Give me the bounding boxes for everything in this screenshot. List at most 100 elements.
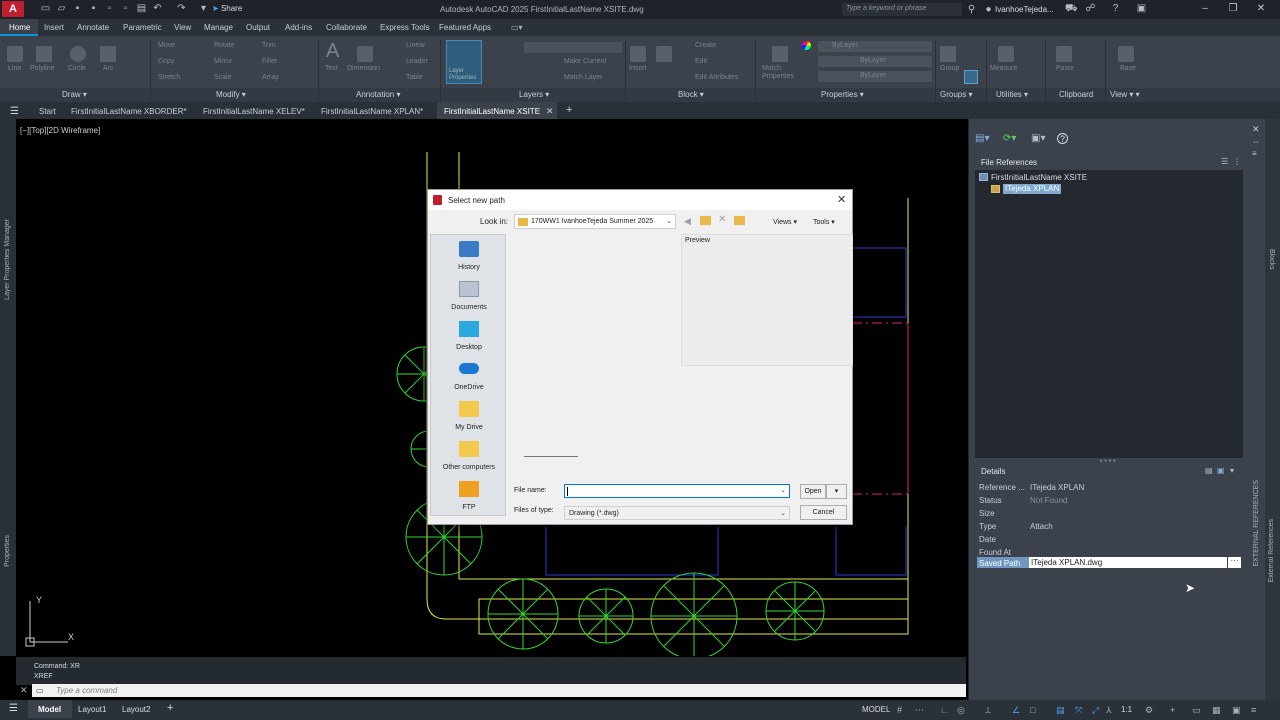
palette-properties-icon[interactable]: ≡ [1252,149,1257,158]
document-tab-xborder[interactable]: FirstInitialLastName XBORDER* [71,107,187,116]
place-onedrive[interactable]: OneDrive [431,359,507,395]
group-select-icon[interactable] [964,70,978,84]
color-wheel-icon[interactable] [802,41,811,50]
place-ftp[interactable]: FTP [431,479,507,515]
open-file-icon[interactable]: ▱ [56,3,67,14]
tab-collaborate[interactable]: Collaborate [326,23,367,32]
layout2-tab[interactable]: Layout2 [122,705,150,714]
edit-attributes-tool[interactable]: Edit Attributes [695,74,738,81]
tab-manage[interactable]: Manage [204,23,233,32]
minimize-icon[interactable]: – [1196,3,1214,15]
redo-icon[interactable]: ↷ [176,3,187,14]
ribbon-minimize-icon[interactable]: ▭▾ [511,23,523,32]
detect-icon[interactable] [656,46,672,62]
model-space-button[interactable]: MODEL [862,705,890,714]
quick-properties-icon[interactable]: ▦ [1212,705,1221,716]
panel-layers[interactable]: Layers ▾ [519,90,549,99]
annotation-visibility-icon[interactable]: ⅄ [1106,705,1112,716]
place-documents[interactable]: Documents [431,279,507,315]
annotation-monitor-icon[interactable]: + [1170,705,1175,715]
make-current-tool[interactable]: Make Current [564,58,606,65]
panel-groups[interactable]: Groups ▾ [940,90,972,99]
edit-block-tool[interactable]: Edit [695,58,707,65]
tree-item-host-drawing[interactable]: FirstInitialLastName XSITE [991,173,1087,182]
tree-item-xref[interactable]: ITejeda XPLAN [1003,184,1062,194]
new-tab-plus-icon[interactable]: + [566,104,572,116]
linetype-dropdown[interactable]: ByLayer [818,71,932,82]
line-icon[interactable] [7,46,23,62]
new-file-icon[interactable]: ▭ [40,3,51,14]
new-layout-plus-icon[interactable]: + [167,702,173,714]
layout-menu-icon[interactable]: ☰ [9,703,18,714]
external-references-side-tab[interactable]: External References [1268,519,1275,582]
scale-tool[interactable]: Scale [214,74,232,81]
close-icon[interactable]: ✕ [1252,3,1270,15]
save-as-icon[interactable]: ▪ [88,3,99,14]
osnap-tracking-icon[interactable]: ∠ [1012,705,1020,716]
tab-parametric[interactable]: Parametric [123,23,162,32]
arc-icon[interactable] [100,46,116,62]
up-folder-icon[interactable] [700,216,711,225]
document-tab-xsite[interactable]: FirstInitialLastName XSITE [444,107,540,116]
ortho-icon[interactable]: ∟ [940,705,949,715]
group-icon[interactable] [940,46,956,62]
open-button[interactable]: Open [800,484,826,499]
undo-icon[interactable]: ↶ [152,3,163,14]
document-tab-xplan[interactable]: FirstInitialLastName XPLAN* [321,107,423,116]
array-tool[interactable]: Array [262,74,279,81]
lineweight-icon[interactable]: ▤ [1056,705,1065,716]
files-of-type-select[interactable]: Drawing (*.dwg) ⌄ [564,506,790,520]
customize-status-icon[interactable]: ≡ [1251,705,1256,715]
collaborate-icon[interactable]: ▣ [1136,3,1147,14]
copy-tool[interactable]: Copy [158,58,174,65]
place-other-computers[interactable]: Other computers [431,439,507,475]
panel-block[interactable]: Block ▾ [678,90,704,99]
help-icon[interactable]: ? [1057,133,1068,144]
panel-properties[interactable]: Properties ▾ [821,90,864,99]
autocad-logo-icon[interactable]: A [2,1,24,17]
customize-icon[interactable]: ▾ [198,3,209,14]
document-tab-xelev[interactable]: FirstInitialLastName XELEV* [203,107,305,116]
user-account[interactable]: IvanhoeTejeda... [995,5,1054,14]
annotation-scale[interactable]: 1:1 [1121,705,1132,714]
browse-path-button[interactable]: ··· [1228,557,1241,568]
tab-output[interactable]: Output [246,23,270,32]
details-view-icon[interactable]: ▤ [1205,466,1213,475]
match-properties-icon[interactable] [772,46,788,62]
delete-icon[interactable]: ✕ [718,214,726,225]
command-close-icon[interactable]: ✕ [20,685,28,696]
paste-icon[interactable] [1056,46,1072,62]
tab-view[interactable]: View [174,23,191,32]
lineweight-dropdown[interactable]: ByLayer [818,56,932,67]
match-layer-tool[interactable]: Match Layer [564,74,603,81]
selection-cycling-icon[interactable]: ⤢ [1092,705,1099,716]
text-icon[interactable]: A [326,40,339,63]
dialog-titlebar[interactable]: Select new path ✕ [428,190,852,210]
attach-dwg-icon[interactable]: ▤▾ [975,133,989,144]
search-icon[interactable]: ⚲ [966,4,977,15]
restore-icon[interactable]: ❐ [1224,3,1242,15]
color-dropdown[interactable]: ByLayer [818,41,932,52]
preview-view-icon[interactable]: ▣ [1217,466,1225,475]
a360-icon[interactable]: ☍ [1085,3,1096,14]
command-input[interactable]: ▭ Type a command [32,684,966,697]
dialog-close-icon[interactable]: ✕ [837,193,846,206]
tab-featured-apps[interactable]: Featured Apps [439,23,491,32]
change-path-icon[interactable]: ▣▾ [1031,133,1045,144]
tab-express-tools[interactable]: Express Tools [380,23,430,32]
details-collapse-icon[interactable]: ▾ [1230,466,1234,475]
open-options-dropdown[interactable]: ▾ [826,484,847,499]
back-arrow-icon[interactable]: ◀ [684,216,691,227]
place-history[interactable]: History [431,239,507,275]
grid-icon[interactable]: # [897,705,902,715]
polar-icon[interactable]: ◎ [957,705,965,716]
menu-icon[interactable]: ☰ [10,106,19,117]
snap-icon[interactable]: ⋯ [915,705,924,716]
detail-value-reference[interactable]: ITejeda XPLAN [1030,483,1084,492]
layer-properties-manager-tab[interactable]: Layer Properties Manager [4,219,11,300]
place-my-drive[interactable]: My Drive [431,399,507,435]
refresh-icon[interactable]: ⟳▾ [1003,133,1016,144]
base-view-icon[interactable] [1118,46,1134,62]
leader-tool[interactable]: Leader [406,58,428,65]
tab-add-ins[interactable]: Add-ins [285,23,312,32]
